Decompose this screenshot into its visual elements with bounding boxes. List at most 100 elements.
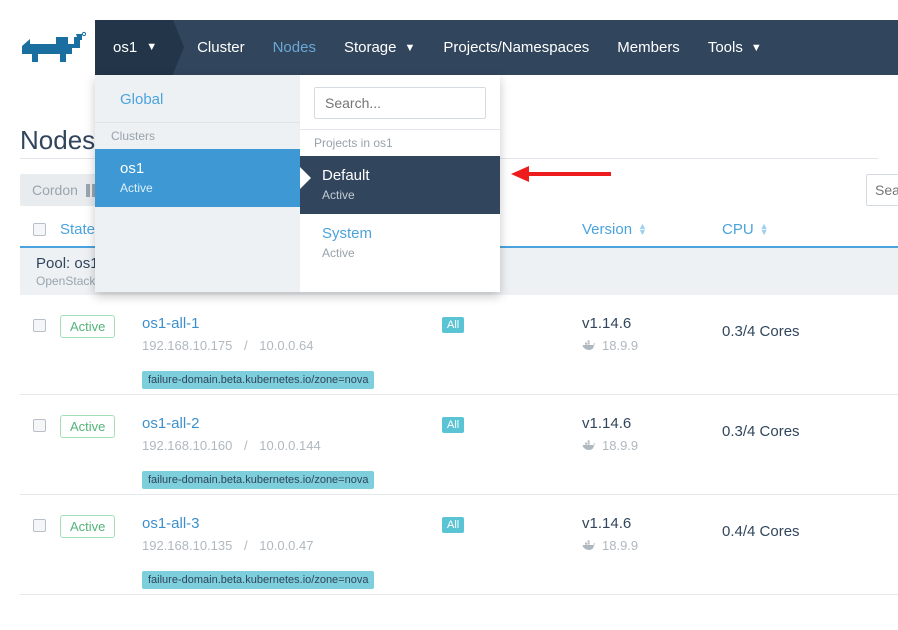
docker-whale-icon	[582, 540, 596, 551]
node-link[interactable]: os1-all-1	[142, 315, 442, 332]
role-badge: All	[442, 417, 464, 433]
row-roles-cell: All	[442, 415, 582, 433]
docker-whale-icon	[582, 340, 596, 351]
nav-links: Cluster Nodes Storage ▼ Projects/Namespa…	[197, 39, 790, 56]
row-state-cell: Active	[60, 315, 142, 338]
node-external-ip: 10.0.0.64	[259, 338, 313, 353]
nav-item-storage-label: Storage	[344, 39, 397, 56]
row-roles-cell: All	[442, 515, 582, 533]
cordon-button-label: Cordon	[32, 182, 78, 198]
cluster-switcher-button[interactable]: os1 ▼	[95, 20, 173, 75]
dropdown-project-state: Active	[322, 188, 500, 202]
dropdown-cluster-item-os1[interactable]: os1 Active	[95, 149, 300, 207]
row-checkbox-cell[interactable]	[20, 515, 60, 532]
nav-item-nodes[interactable]: Nodes	[273, 39, 316, 56]
row-name-cell: os1-all-1 192.168.10.175 / 10.0.0.64 fai…	[142, 315, 442, 389]
dropdown-project-name: Default	[322, 167, 500, 184]
sort-icon: ▲▼	[638, 223, 647, 235]
node-pool-subtitle: OpenStack -	[36, 274, 103, 288]
table-search-input[interactable]	[866, 174, 898, 206]
select-all-checkbox[interactable]	[33, 223, 46, 236]
row-cpu-cell: 0.3/4 Cores	[722, 415, 852, 440]
row-roles-cell: All	[442, 315, 582, 333]
kubernetes-version: v1.14.6	[582, 415, 722, 432]
nav-item-cluster[interactable]: Cluster	[197, 39, 245, 56]
column-header-cpu-label: CPU	[722, 221, 754, 238]
status-badge: Active	[60, 415, 115, 438]
row-checkbox-cell[interactable]	[20, 415, 60, 432]
column-header-version-label: Version	[582, 221, 632, 238]
nav-item-cluster-label: Cluster	[197, 39, 245, 56]
node-internal-ip: 192.168.10.135	[142, 538, 232, 553]
dropdown-projects-section-label: Projects in os1	[300, 129, 500, 156]
docker-version: 18.9.9	[582, 538, 722, 553]
ip-separator: /	[244, 338, 248, 353]
top-navbar: os1 ▼ Cluster Nodes Storage ▼ Projects/N…	[95, 20, 898, 75]
nav-item-nodes-label: Nodes	[273, 39, 316, 56]
row-checkbox[interactable]	[33, 419, 46, 432]
dropdown-project-item-default[interactable]: Default Active	[300, 156, 500, 214]
select-all-checkbox-cell[interactable]	[20, 223, 60, 236]
row-checkbox[interactable]	[33, 519, 46, 532]
row-state-cell: Active	[60, 515, 142, 538]
status-badge: Active	[60, 315, 115, 338]
docker-version: 18.9.9	[582, 438, 722, 453]
nav-item-projects-namespaces[interactable]: Projects/Namespaces	[443, 39, 589, 56]
row-name-cell: os1-all-2 192.168.10.160 / 10.0.0.144 fa…	[142, 415, 442, 489]
docker-whale-icon	[582, 440, 596, 451]
dropdown-clusters-section-label: Clusters	[95, 122, 300, 149]
sort-icon: ▲▼	[760, 223, 769, 235]
row-checkbox-cell[interactable]	[20, 315, 60, 332]
node-external-ip: 10.0.0.144	[259, 438, 320, 453]
node-ip-addresses: 192.168.10.160 / 10.0.0.144	[142, 438, 442, 453]
node-internal-ip: 192.168.10.160	[142, 438, 232, 453]
row-cpu-cell: 0.3/4 Cores	[722, 315, 852, 340]
node-internal-ip: 192.168.10.175	[142, 338, 232, 353]
node-link[interactable]: os1-all-2	[142, 415, 442, 432]
row-version-cell: v1.14.6 18.9.9	[582, 315, 722, 353]
kubernetes-version: v1.14.6	[582, 315, 722, 332]
chevron-down-icon: ▼	[146, 42, 157, 53]
page-title: Nodes	[20, 125, 95, 156]
dropdown-global-link[interactable]: Global	[95, 75, 300, 122]
column-header-version[interactable]: Version ▲▼	[582, 221, 722, 238]
row-version-cell: v1.14.6 18.9.9	[582, 515, 722, 553]
nav-item-tools[interactable]: Tools ▼	[708, 39, 762, 56]
nav-item-tools-label: Tools	[708, 39, 743, 56]
ip-separator: /	[244, 538, 248, 553]
app-root: os1 ▼ Cluster Nodes Storage ▼ Projects/N…	[0, 0, 898, 630]
row-version-cell: v1.14.6 18.9.9	[582, 415, 722, 453]
node-link[interactable]: os1-all-3	[142, 515, 442, 532]
dropdown-project-item-system[interactable]: System Active	[300, 214, 500, 272]
docker-version-text: 18.9.9	[602, 438, 638, 453]
dropdown-cluster-name: os1	[120, 160, 300, 177]
cluster-switcher-label: os1	[113, 39, 137, 56]
chevron-down-icon: ▼	[751, 42, 762, 54]
node-ip-addresses: 192.168.10.175 / 10.0.0.64	[142, 338, 442, 353]
table-row[interactable]: Active os1-all-1 192.168.10.175 / 10.0.0…	[20, 295, 898, 395]
kubernetes-version: v1.14.6	[582, 515, 722, 532]
row-cpu-cell: 0.4/4 Cores	[722, 515, 852, 540]
docker-version-text: 18.9.9	[602, 538, 638, 553]
chevron-down-icon: ▼	[405, 42, 416, 54]
role-badge: All	[442, 517, 464, 533]
dropdown-project-name: System	[322, 225, 500, 242]
nav-item-storage[interactable]: Storage ▼	[344, 39, 415, 56]
node-label-tag: failure-domain.beta.kubernetes.io/zone=n…	[142, 371, 374, 389]
row-checkbox[interactable]	[33, 319, 46, 332]
cluster-project-dropdown: Global Clusters os1 Active Projects in o…	[95, 75, 500, 292]
rancher-cow-logo[interactable]	[16, 28, 88, 68]
nav-item-members[interactable]: Members	[617, 39, 680, 56]
docker-version: 18.9.9	[582, 338, 722, 353]
row-name-cell: os1-all-3 192.168.10.135 / 10.0.0.47 fai…	[142, 515, 442, 589]
dropdown-clusters-pane: Global Clusters os1 Active	[95, 75, 300, 292]
dropdown-search-wrap	[300, 75, 500, 129]
node-label-tag: failure-domain.beta.kubernetes.io/zone=n…	[142, 571, 374, 589]
table-row[interactable]: Active os1-all-3 192.168.10.135 / 10.0.0…	[20, 495, 898, 595]
row-state-cell: Active	[60, 415, 142, 438]
table-row[interactable]: Active os1-all-2 192.168.10.160 / 10.0.0…	[20, 395, 898, 495]
role-badge: All	[442, 317, 464, 333]
dropdown-search-input[interactable]	[314, 87, 486, 119]
node-ip-addresses: 192.168.10.135 / 10.0.0.47	[142, 538, 442, 553]
column-header-cpu[interactable]: CPU ▲▼	[722, 221, 852, 238]
